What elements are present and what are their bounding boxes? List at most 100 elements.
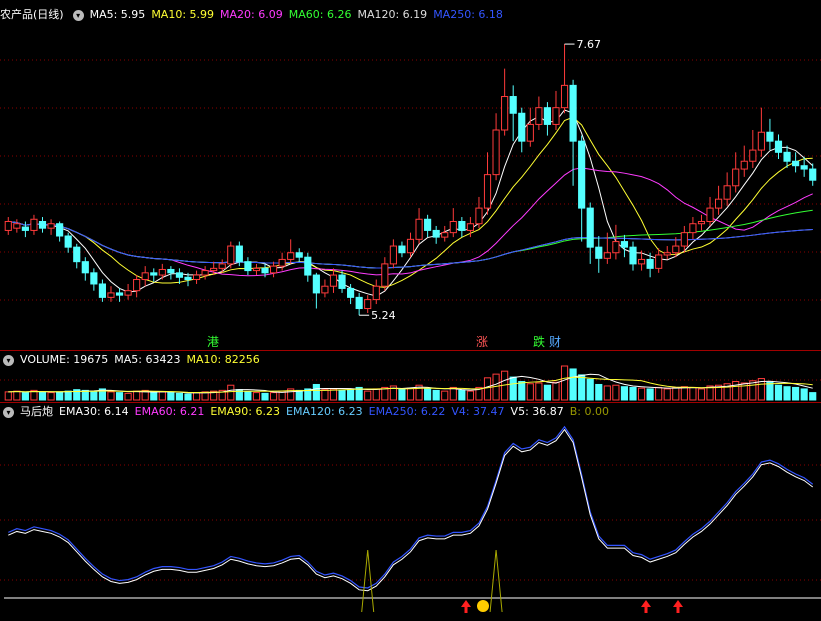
volume-bar <box>192 392 201 401</box>
smiley-icon <box>477 600 489 612</box>
candle-body <box>150 272 158 276</box>
volume-bar <box>458 389 466 401</box>
candle-body <box>210 267 218 272</box>
candle-body <box>175 272 184 278</box>
volume-bar <box>124 392 132 401</box>
volume-bar <box>372 388 380 401</box>
volume-bar <box>184 393 192 401</box>
candle-body <box>697 220 706 225</box>
volume-bar <box>578 374 586 401</box>
candle-body <box>90 272 98 285</box>
dropdown-icon[interactable]: ▾ <box>3 354 14 366</box>
candle-body <box>30 218 38 231</box>
candle-body <box>612 241 620 254</box>
ma5-line <box>8 109 814 297</box>
candle-body <box>115 292 124 296</box>
candle-body <box>518 112 526 142</box>
candle-body <box>184 276 192 281</box>
volume-bar <box>244 391 252 401</box>
volume-bar <box>509 376 517 401</box>
ema-label-3: EMA120: 6.23 <box>286 405 363 418</box>
volume-bar <box>107 391 115 401</box>
volume-bar <box>175 392 184 401</box>
candle-body <box>578 140 586 209</box>
candle-body <box>715 198 723 209</box>
candle-body <box>732 168 740 187</box>
candle-body <box>535 107 543 125</box>
up-arrow-icon <box>676 606 680 613</box>
candle-body <box>4 220 12 231</box>
ma10-line <box>8 116 813 288</box>
candle-body <box>792 160 800 167</box>
price-header: 农产品(日线) ▾ MA5: 5.95 MA10: 5.99 MA20: 6.09 MA6… <box>0 7 515 23</box>
vol-label-2: MA10: 82256 <box>186 353 260 366</box>
volume-bar <box>269 392 278 401</box>
volume-bar <box>680 386 688 401</box>
volume-bar <box>21 392 29 401</box>
b-signal-spike <box>361 549 375 613</box>
ma-label-1: MA10: 5.99 <box>151 8 215 21</box>
volume-bar <box>535 382 543 401</box>
volume-bar <box>595 383 603 401</box>
dropdown-icon[interactable]: ▾ <box>72 9 84 21</box>
candle-body <box>38 220 47 229</box>
volume-header: ▾ VOLUME: 19675 MA5: 63423 MA10: 82256 <box>0 352 272 368</box>
event-marker: 财 <box>549 335 561 349</box>
candle-body <box>235 245 243 263</box>
candle-body <box>329 274 338 287</box>
volume-bar <box>526 383 534 401</box>
candle-body <box>663 252 671 256</box>
volume-bar <box>432 389 440 401</box>
candle-body <box>723 185 731 200</box>
volume-bar <box>364 390 372 401</box>
volume-bar <box>133 390 141 401</box>
volume-bar <box>406 387 415 401</box>
volume-bar <box>792 386 800 401</box>
high-price-label: 7.67 <box>577 38 602 51</box>
candle-body <box>192 274 201 281</box>
candle-body <box>218 263 226 269</box>
volume-bar <box>312 383 320 401</box>
volume-bar <box>620 386 629 401</box>
candle-body <box>124 290 132 296</box>
event-marker: 港 <box>207 335 219 349</box>
candle-body <box>680 232 688 247</box>
candle-body <box>740 160 748 170</box>
up-arrow-icon <box>644 606 648 613</box>
volume-bar <box>424 388 432 401</box>
dropdown-icon[interactable]: ▾ <box>3 406 14 418</box>
volume-bar <box>441 390 449 401</box>
up-arrow-icon <box>673 600 683 607</box>
candle-body <box>304 256 312 276</box>
ma-label-0: MA5: 5.95 <box>89 8 146 21</box>
candle-body <box>766 131 774 142</box>
ma-label-2: MA20: 6.09 <box>220 8 283 21</box>
volume-bar <box>552 381 560 401</box>
candle-body <box>167 268 175 274</box>
candle-body <box>475 207 483 225</box>
candle-body <box>278 258 286 267</box>
volume-bar <box>466 390 474 401</box>
volume-bar <box>569 368 577 401</box>
volume-indicators: VOLUME: 19675 MA5: 63423 MA10: 82256 <box>20 353 266 366</box>
volume-bar <box>321 389 329 401</box>
candle-body <box>637 258 646 265</box>
indicator-title: 马后炮 <box>20 405 53 418</box>
volume-bar <box>783 386 791 401</box>
event-marker: 涨 <box>476 334 488 349</box>
candle-body <box>415 218 423 240</box>
candle-body <box>809 168 817 181</box>
candle-body <box>595 246 603 259</box>
up-arrow-icon <box>461 600 471 607</box>
indicator-values: EMA30: 6.14 EMA60: 6.21 EMA90: 6.23 EMA120:… <box>59 405 615 418</box>
candle-body <box>321 285 329 294</box>
candle-body <box>492 129 500 176</box>
volume-bar <box>227 384 235 401</box>
candle-body <box>56 223 64 237</box>
volume-bar <box>13 390 21 401</box>
candle-body <box>227 245 235 265</box>
candle-body <box>800 165 808 170</box>
vol-label-1: MA5: 63423 <box>114 353 181 366</box>
volume-bar <box>252 392 261 401</box>
price-title: 农产品(日线) <box>0 8 64 21</box>
